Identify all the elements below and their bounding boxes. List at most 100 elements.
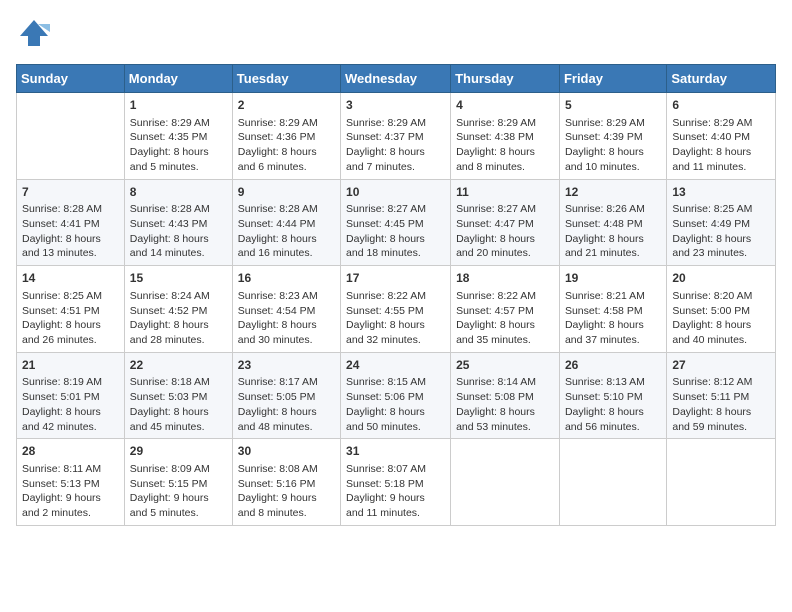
calendar-cell: 29Sunrise: 8:09 AM Sunset: 5:15 PM Dayli… [124, 439, 232, 526]
day-number: 4 [456, 97, 554, 114]
calendar-week-row: 14 Sunrise: 8:25 AM Sunset: 4:51 PM Dayli… [17, 266, 776, 353]
calendar-cell: 19 Sunrise: 8:21 AM Sunset: 4:58 PM Dayli… [559, 266, 666, 353]
day-of-week-header: Tuesday [232, 65, 340, 93]
day-info: Sunrise: 8:11 AM Sunset: 5:13 PM Dayligh… [22, 462, 119, 521]
calendar-table: SundayMondayTuesdayWednesdayThursdayFrid… [16, 64, 776, 526]
day-number: 30 [238, 443, 335, 460]
calendar-cell: 6Sunrise: 8:29 AM Sunset: 4:40 PM Daylig… [667, 93, 776, 180]
calendar-cell: 10Sunrise: 8:27 AM Sunset: 4:45 PM Dayli… [341, 179, 451, 266]
calendar-cell: 23Sunrise: 8:17 AM Sunset: 5:05 PM Dayli… [232, 352, 340, 439]
day-number: 1 [130, 97, 227, 114]
day-number: 31 [346, 443, 445, 460]
calendar-cell: 14 Sunrise: 8:25 AM Sunset: 4:51 PM Dayli… [17, 266, 125, 353]
day-number: 24 [346, 357, 445, 374]
calendar-cell: 21Sunrise: 8:19 AM Sunset: 5:01 PM Dayli… [17, 352, 125, 439]
day-of-week-header: Monday [124, 65, 232, 93]
day-number: 28 [22, 443, 119, 460]
day-number: 17 [346, 270, 445, 287]
day-number: 2 [238, 97, 335, 114]
calendar-cell: 15 Sunrise: 8:24 AM Sunset: 4:52 PM Dayli… [124, 266, 232, 353]
calendar-cell: 2Sunrise: 8:29 AM Sunset: 4:36 PM Daylig… [232, 93, 340, 180]
calendar-cell: 11Sunrise: 8:27 AM Sunset: 4:47 PM Dayli… [451, 179, 560, 266]
day-info: Sunrise: 8:13 AM Sunset: 5:10 PM Dayligh… [565, 375, 661, 434]
calendar-cell [451, 439, 560, 526]
day-number: 7 [22, 184, 119, 201]
page-header [16, 16, 776, 52]
day-info: Sunrise: 8:27 AM Sunset: 4:45 PM Dayligh… [346, 202, 445, 261]
calendar-cell: 22Sunrise: 8:18 AM Sunset: 5:03 PM Dayli… [124, 352, 232, 439]
calendar-cell: 8Sunrise: 8:28 AM Sunset: 4:43 PM Daylig… [124, 179, 232, 266]
calendar-cell: 24Sunrise: 8:15 AM Sunset: 5:06 PM Dayli… [341, 352, 451, 439]
day-info: Sunrise: 8:27 AM Sunset: 4:47 PM Dayligh… [456, 202, 554, 261]
calendar-week-row: 7Sunrise: 8:28 AM Sunset: 4:41 PM Daylig… [17, 179, 776, 266]
day-info: Sunrise: 8:21 AM Sunset: 4:58 PM Dayligh… [565, 289, 661, 348]
calendar-cell: 30Sunrise: 8:08 AM Sunset: 5:16 PM Dayli… [232, 439, 340, 526]
day-info: Sunrise: 8:29 AM Sunset: 4:38 PM Dayligh… [456, 116, 554, 175]
day-info: Sunrise: 8:29 AM Sunset: 4:39 PM Dayligh… [565, 116, 661, 175]
day-info: Sunrise: 8:20 AM Sunset: 5:00 PM Dayligh… [672, 289, 770, 348]
day-number: 27 [672, 357, 770, 374]
day-info: Sunrise: 8:22 AM Sunset: 4:55 PM Dayligh… [346, 289, 445, 348]
day-info: Sunrise: 8:29 AM Sunset: 4:37 PM Dayligh… [346, 116, 445, 175]
day-info: Sunrise: 8:19 AM Sunset: 5:01 PM Dayligh… [22, 375, 119, 434]
day-number: 19 [565, 270, 661, 287]
calendar-cell: 25Sunrise: 8:14 AM Sunset: 5:08 PM Dayli… [451, 352, 560, 439]
day-number: 16 [238, 270, 335, 287]
day-number: 5 [565, 97, 661, 114]
calendar-cell: 17 Sunrise: 8:22 AM Sunset: 4:55 PM Dayli… [341, 266, 451, 353]
logo [16, 16, 56, 52]
calendar-cell: 16Sunrise: 8:23 AM Sunset: 4:54 PM Dayli… [232, 266, 340, 353]
calendar-cell [559, 439, 666, 526]
day-number: 15 [130, 270, 227, 287]
calendar-cell: 28 Sunrise: 8:11 AM Sunset: 5:13 PM Dayli… [17, 439, 125, 526]
calendar-cell: 18 Sunrise: 8:22 AM Sunset: 4:57 PM Dayli… [451, 266, 560, 353]
day-info: Sunrise: 8:15 AM Sunset: 5:06 PM Dayligh… [346, 375, 445, 434]
day-of-week-header: Thursday [451, 65, 560, 93]
calendar-cell: 1 Sunrise: 8:29 AM Sunset: 4:35 PM Daylig… [124, 93, 232, 180]
day-number: 12 [565, 184, 661, 201]
day-number: 10 [346, 184, 445, 201]
day-number: 3 [346, 97, 445, 114]
day-info: Sunrise: 8:25 AM Sunset: 4:49 PM Dayligh… [672, 202, 770, 261]
day-of-week-header: Saturday [667, 65, 776, 93]
day-info: Sunrise: 8:26 AM Sunset: 4:48 PM Dayligh… [565, 202, 661, 261]
day-info: Sunrise: 8:28 AM Sunset: 4:43 PM Dayligh… [130, 202, 227, 261]
day-number: 21 [22, 357, 119, 374]
calendar-week-row: 28 Sunrise: 8:11 AM Sunset: 5:13 PM Dayli… [17, 439, 776, 526]
day-number: 11 [456, 184, 554, 201]
day-info: Sunrise: 8:14 AM Sunset: 5:08 PM Dayligh… [456, 375, 554, 434]
calendar-cell: 13Sunrise: 8:25 AM Sunset: 4:49 PM Dayli… [667, 179, 776, 266]
day-number: 29 [130, 443, 227, 460]
calendar-cell: 31 Sunrise: 8:07 AM Sunset: 5:18 PM Dayli… [341, 439, 451, 526]
day-number: 9 [238, 184, 335, 201]
day-info: Sunrise: 8:12 AM Sunset: 5:11 PM Dayligh… [672, 375, 770, 434]
calendar-cell [667, 439, 776, 526]
calendar-cell: 20Sunrise: 8:20 AM Sunset: 5:00 PM Dayli… [667, 266, 776, 353]
calendar-cell: 4 Sunrise: 8:29 AM Sunset: 4:38 PM Daylig… [451, 93, 560, 180]
calendar-cell: 7Sunrise: 8:28 AM Sunset: 4:41 PM Daylig… [17, 179, 125, 266]
day-number: 6 [672, 97, 770, 114]
day-info: Sunrise: 8:17 AM Sunset: 5:05 PM Dayligh… [238, 375, 335, 434]
calendar-header-row: SundayMondayTuesdayWednesdayThursdayFrid… [17, 65, 776, 93]
day-number: 8 [130, 184, 227, 201]
day-info: Sunrise: 8:24 AM Sunset: 4:52 PM Dayligh… [130, 289, 227, 348]
day-info: Sunrise: 8:07 AM Sunset: 5:18 PM Dayligh… [346, 462, 445, 521]
calendar-cell: 27Sunrise: 8:12 AM Sunset: 5:11 PM Dayli… [667, 352, 776, 439]
day-number: 22 [130, 357, 227, 374]
logo-icon [16, 16, 52, 52]
day-number: 25 [456, 357, 554, 374]
day-number: 23 [238, 357, 335, 374]
day-info: Sunrise: 8:25 AM Sunset: 4:51 PM Dayligh… [22, 289, 119, 348]
day-number: 18 [456, 270, 554, 287]
calendar-cell: 5 Sunrise: 8:29 AM Sunset: 4:39 PM Daylig… [559, 93, 666, 180]
day-info: Sunrise: 8:22 AM Sunset: 4:57 PM Dayligh… [456, 289, 554, 348]
calendar-week-row: 21Sunrise: 8:19 AM Sunset: 5:01 PM Dayli… [17, 352, 776, 439]
day-info: Sunrise: 8:28 AM Sunset: 4:41 PM Dayligh… [22, 202, 119, 261]
day-info: Sunrise: 8:29 AM Sunset: 4:35 PM Dayligh… [130, 116, 227, 175]
day-info: Sunrise: 8:18 AM Sunset: 5:03 PM Dayligh… [130, 375, 227, 434]
calendar-cell [17, 93, 125, 180]
day-number: 14 [22, 270, 119, 287]
calendar-cell: 9Sunrise: 8:28 AM Sunset: 4:44 PM Daylig… [232, 179, 340, 266]
day-info: Sunrise: 8:28 AM Sunset: 4:44 PM Dayligh… [238, 202, 335, 261]
day-number: 13 [672, 184, 770, 201]
